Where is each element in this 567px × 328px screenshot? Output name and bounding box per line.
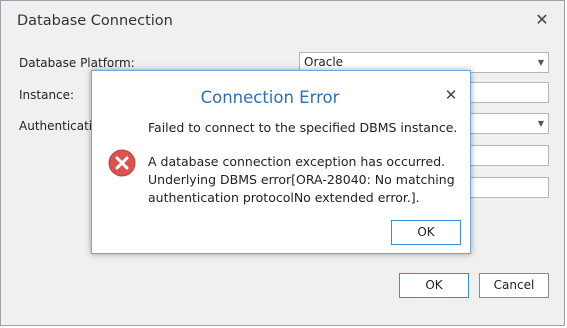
error-icon [108,149,136,177]
instance-label: Instance: [19,88,75,102]
platform-value: Oracle [304,55,344,69]
cancel-button[interactable]: Cancel [479,273,549,298]
platform-label: Database Platform: [19,56,135,70]
dropdown-arrow-icon: ▼ [537,58,544,67]
error-summary: Failed to connect to the specified DBMS … [148,120,458,135]
connection-error-dialog: Connection Error ✕ Failed to connect to … [91,70,471,254]
error-ok-button[interactable]: OK [391,220,461,245]
error-detail: A database connection exception has occu… [148,154,455,205]
close-icon[interactable]: ✕ [533,11,551,29]
authentication-label: Authenticatio [19,119,100,133]
window-titlebar: Database Connection ✕ [1,1,564,41]
ok-button[interactable]: OK [399,273,469,298]
close-icon[interactable]: ✕ [442,86,460,104]
error-dialog-title: Connection Error [200,88,340,107]
window-title: Database Connection [17,13,173,29]
dropdown-arrow-icon: ▼ [537,119,544,128]
